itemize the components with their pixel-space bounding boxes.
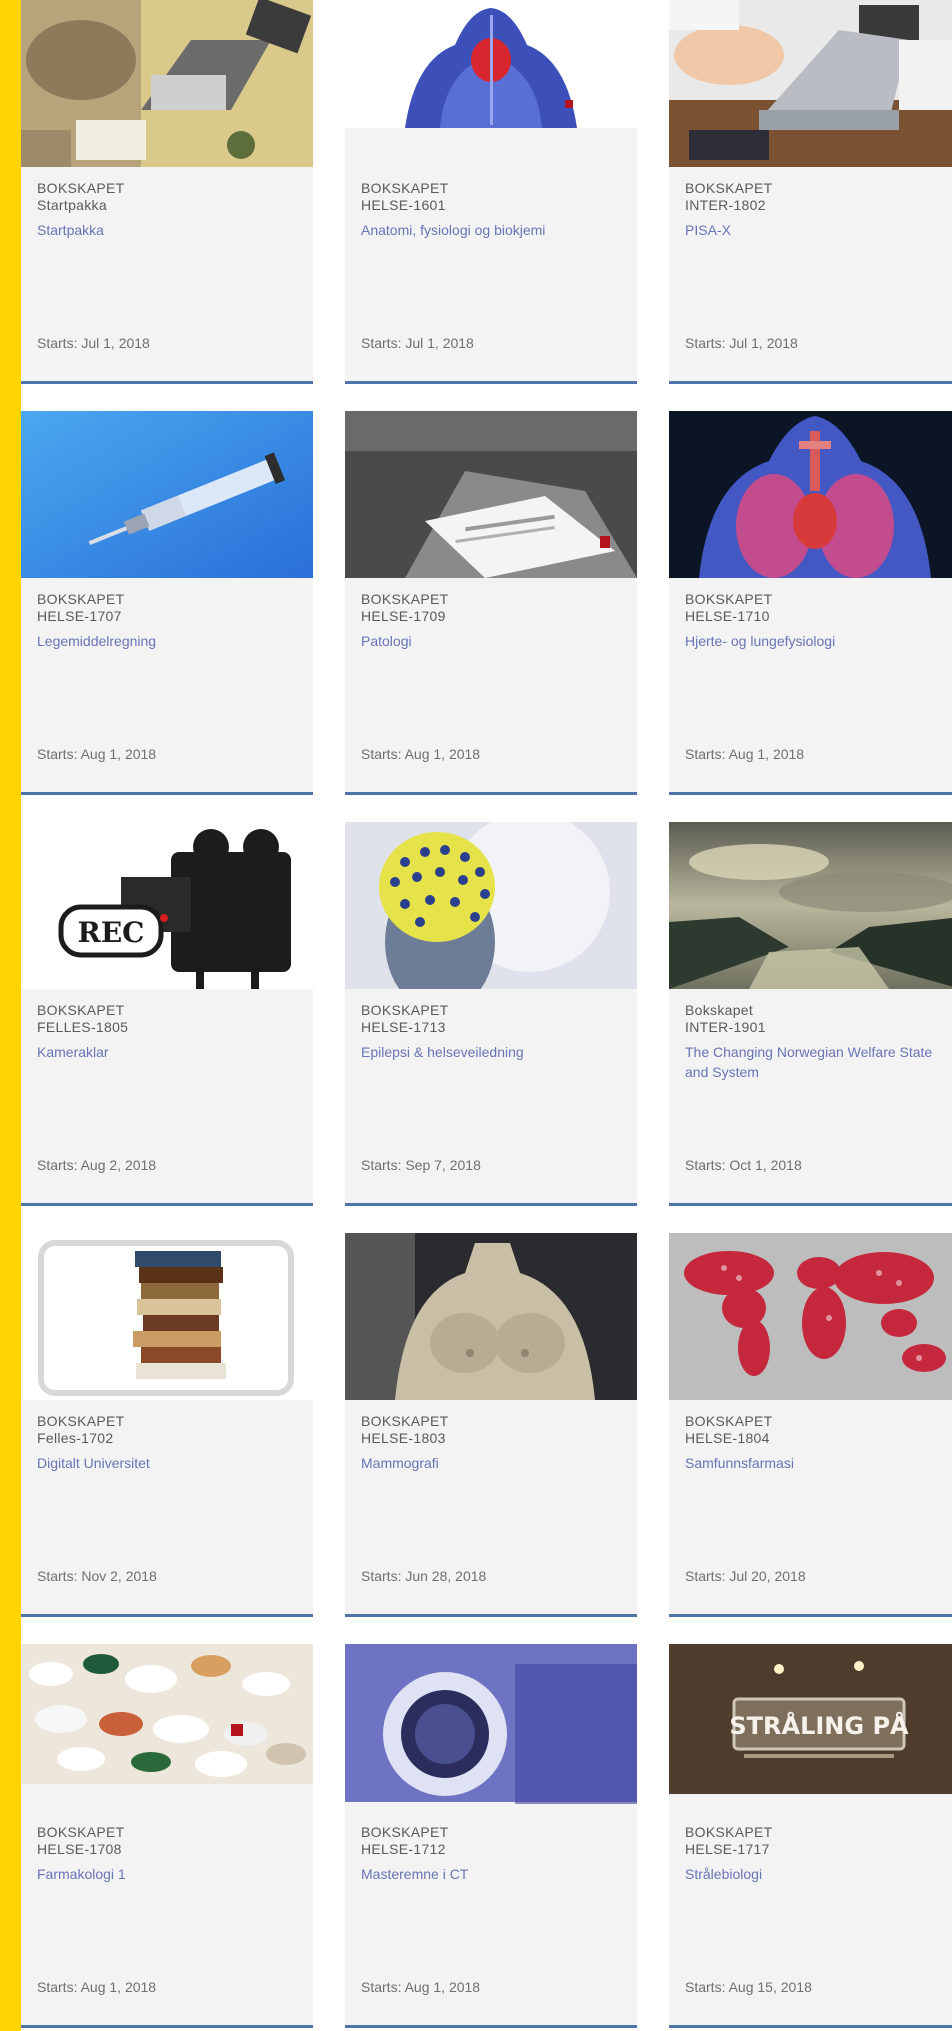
course-image-fjord[interactable] — [669, 822, 952, 989]
course-card[interactable]: BOKSKAPET HELSE-1708 Farmakologi 1 Start… — [21, 1644, 313, 2028]
course-card[interactable]: BOKSKAPET HELSE-1601 Anatomi, fysiologi … — [345, 0, 637, 384]
course-code: HELSE-1804 — [685, 1430, 770, 1446]
course-card[interactable]: BOKSKAPET HELSE-1804 Samfunnsfarmasi Sta… — [669, 1233, 952, 1617]
course-org: Bokskapet — [685, 1002, 754, 1018]
course-org: BOKSKAPET — [361, 1002, 449, 1018]
course-image-tablet-books[interactable] — [21, 1233, 313, 1400]
course-start-date: Starts: Aug 1, 2018 — [685, 746, 805, 762]
course-code: HELSE-1717 — [685, 1841, 770, 1857]
course-image-syringe[interactable] — [21, 411, 313, 578]
course-code: FELLES-1805 — [37, 1019, 129, 1035]
course-title-link[interactable]: Strålebiologi — [685, 1864, 947, 1884]
course-start-date: Starts: Aug 2, 2018 — [37, 1157, 157, 1173]
sign-text: STRÅLING PÅ — [729, 1711, 909, 1740]
rec-label: REC — [78, 916, 145, 949]
course-org: BOKSKAPET — [361, 1824, 449, 1840]
course-start-date: Starts: Aug 1, 2018 — [361, 746, 481, 762]
course-title-link[interactable]: Epilepsi & helseveiledning — [361, 1042, 623, 1062]
course-code: Felles-1702 — [37, 1430, 114, 1446]
course-card[interactable]: BOKSKAPET Startpakka Startpakka Starts: … — [21, 0, 313, 384]
course-title-link[interactable]: Farmakologi 1 — [37, 1864, 299, 1884]
course-org: BOKSKAPET — [685, 180, 773, 196]
course-card[interactable]: BOKSKAPET INTER-1802 PISA-X Starts: Jul … — [669, 0, 952, 384]
course-start-date: Starts: Aug 1, 2018 — [37, 1979, 157, 1995]
course-org: BOKSKAPET — [361, 1413, 449, 1429]
course-org: BOKSKAPET — [37, 591, 125, 607]
course-title-link[interactable]: Samfunnsfarmasi — [685, 1453, 947, 1473]
course-org: BOKSKAPET — [685, 1824, 773, 1840]
course-title-link[interactable]: Mammografi — [361, 1453, 623, 1473]
course-card[interactable]: BOKSKAPET HELSE-1707 Legemiddelregning S… — [21, 411, 313, 795]
course-card[interactable]: BOKSKAPET HELSE-1713 Epilepsi & helsevei… — [345, 822, 637, 1206]
course-code: HELSE-1708 — [37, 1841, 122, 1857]
course-card[interactable]: Bokskapet INTER-1901 The Changing Norweg… — [669, 822, 952, 1206]
course-org: BOKSKAPET — [37, 1824, 125, 1840]
course-card[interactable]: BOKSKAPET HELSE-1709 Patologi Starts: Au… — [345, 411, 637, 795]
course-title-link[interactable]: Hjerte- og lungefysiologi — [685, 631, 947, 651]
course-start-date: Starts: Jul 1, 2018 — [37, 335, 150, 351]
course-image-torso-anatomy[interactable] — [345, 0, 637, 167]
course-card[interactable]: BOKSKAPET HELSE-1710 Hjerte- og lungefys… — [669, 411, 952, 795]
course-image-laptop-hands[interactable] — [669, 0, 952, 167]
course-start-date: Starts: Sep 7, 2018 — [361, 1157, 481, 1173]
course-start-date: Starts: Aug 1, 2018 — [361, 1979, 481, 1995]
course-title-link[interactable]: Startpakka — [37, 220, 299, 240]
course-image-eeg-cap[interactable] — [345, 822, 637, 989]
course-start-date: Starts: Aug 1, 2018 — [37, 746, 157, 762]
course-title-link[interactable]: Masteremne i CT — [361, 1864, 623, 1884]
course-image-straling-sign[interactable]: STRÅLING PÅ — [669, 1644, 952, 1811]
course-title-link[interactable]: Patologi — [361, 631, 623, 651]
course-start-date: Starts: Jun 28, 2018 — [361, 1568, 487, 1584]
course-card[interactable]: STRÅLING PÅ BOKSKAPET HELSE-1717 Stråleb… — [669, 1644, 952, 2028]
course-org: BOKSKAPET — [685, 591, 773, 607]
course-code: HELSE-1803 — [361, 1430, 446, 1446]
course-org: BOKSKAPET — [685, 1413, 773, 1429]
course-start-date: Starts: Nov 2, 2018 — [37, 1568, 157, 1584]
course-start-date: Starts: Oct 1, 2018 — [685, 1157, 802, 1173]
course-title-link[interactable]: Anatomi, fysiologi og biokjemi — [361, 220, 623, 240]
course-code: HELSE-1713 — [361, 1019, 446, 1035]
course-card[interactable]: BOKSKAPET HELSE-1803 Mammografi Starts: … — [345, 1233, 637, 1617]
course-image-world-map[interactable] — [669, 1233, 952, 1400]
course-grid: BOKSKAPET Startpakka Startpakka Starts: … — [21, 0, 952, 2031]
course-image-mannequin[interactable] — [345, 1233, 637, 1400]
course-start-date: Starts: Aug 15, 2018 — [685, 1979, 812, 1995]
course-code: HELSE-1601 — [361, 197, 446, 213]
course-title-link[interactable]: Kameraklar — [37, 1042, 299, 1062]
course-image-heart-lungs[interactable] — [669, 411, 952, 578]
course-title-link[interactable]: PISA-X — [685, 220, 947, 240]
course-start-date: Starts: Jul 20, 2018 — [685, 1568, 806, 1584]
course-card[interactable]: REC BOKSKAPET FELLES-1805 Kameraklar Sta… — [21, 822, 313, 1206]
course-org: BOKSKAPET — [361, 180, 449, 196]
course-card[interactable]: BOKSKAPET HELSE-1712 Masteremne i CT Sta… — [345, 1644, 637, 2028]
course-card[interactable]: BOKSKAPET Felles-1702 Digitalt Universit… — [21, 1233, 313, 1617]
course-title-link[interactable]: Digitalt Universitet — [37, 1453, 299, 1473]
course-start-date: Starts: Jul 1, 2018 — [685, 335, 798, 351]
course-code: HELSE-1710 — [685, 608, 770, 624]
course-code: HELSE-1712 — [361, 1841, 446, 1857]
course-code: HELSE-1709 — [361, 608, 446, 624]
course-org: BOKSKAPET — [361, 591, 449, 607]
course-image-ct-scanner[interactable] — [345, 1644, 637, 1811]
left-accent-bar — [0, 0, 21, 2031]
course-code: INTER-1802 — [685, 197, 766, 213]
course-code: INTER-1901 — [685, 1019, 766, 1035]
course-image-video-camera[interactable]: REC — [21, 822, 313, 989]
course-image-pills[interactable] — [21, 1644, 313, 1811]
course-code: HELSE-1707 — [37, 608, 122, 624]
course-org: BOKSKAPET — [37, 1413, 125, 1429]
course-org: BOKSKAPET — [37, 180, 125, 196]
course-org: BOKSKAPET — [37, 1002, 125, 1018]
course-image-desk-laptop[interactable] — [21, 0, 313, 167]
course-code: Startpakka — [37, 197, 107, 213]
course-title-link[interactable]: The Changing Norwegian Welfare State and… — [685, 1042, 947, 1082]
course-start-date: Starts: Jul 1, 2018 — [361, 335, 474, 351]
course-image-lab-paper[interactable] — [345, 411, 637, 578]
course-title-link[interactable]: Legemiddelregning — [37, 631, 299, 651]
